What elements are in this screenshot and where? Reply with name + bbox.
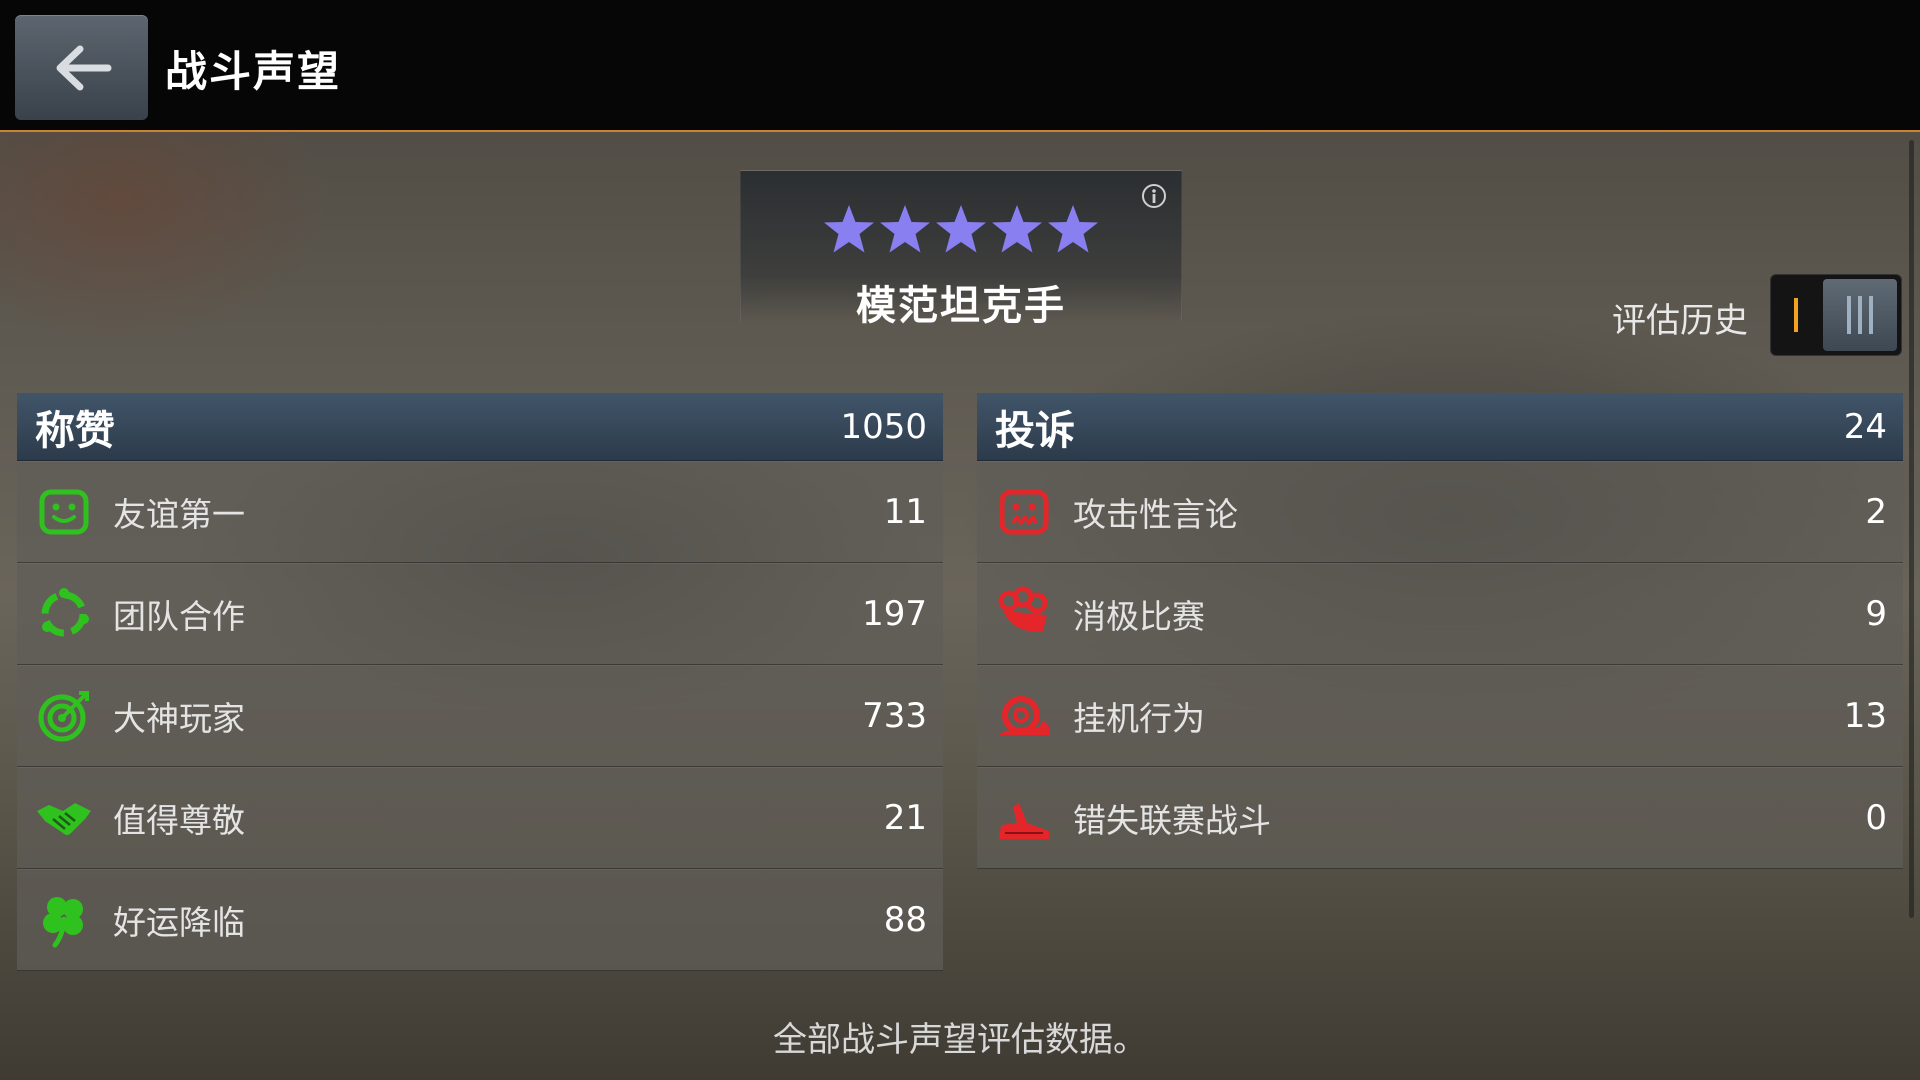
- list-item-label: 大神玩家: [113, 699, 245, 738]
- star-icon: [824, 205, 874, 253]
- triple-bar-icon: [1847, 296, 1851, 334]
- list-item-label: 消极比赛: [1073, 597, 1205, 636]
- angry-face-icon: [995, 483, 1053, 541]
- complaint-row-afk: 挂机行为 13: [977, 665, 1903, 767]
- list-item-count: 88: [883, 900, 927, 940]
- star-icon: [1048, 205, 1098, 253]
- top-bar: 战斗声望: [0, 0, 1920, 132]
- single-period-toggle[interactable]: [1771, 275, 1821, 355]
- complaint-row-offensive: 攻击性言论 2: [977, 461, 1903, 563]
- praise-row-respect: 值得尊敬 21: [17, 767, 943, 869]
- history-toggle[interactable]: [1770, 274, 1902, 356]
- complaints-title: 投诉: [995, 407, 1075, 454]
- list-item-count: 733: [862, 696, 927, 736]
- list-item-count: 21: [883, 798, 927, 838]
- praise-row-pro-player: 大神玩家 733: [17, 665, 943, 767]
- star-icon: [880, 205, 930, 253]
- list-item-count: 0: [1865, 798, 1887, 838]
- list-item-label: 值得尊敬: [113, 801, 245, 840]
- rank-title: 模范坦克手: [856, 283, 1066, 329]
- list-item-label: 团队合作: [113, 597, 245, 636]
- single-bar-icon: [1794, 298, 1798, 332]
- list-item-label: 错失联赛战斗: [1073, 801, 1271, 840]
- back-arrow-icon: [56, 45, 111, 90]
- list-item-count: 197: [862, 594, 927, 634]
- triple-bar-icon: [1869, 296, 1873, 334]
- scrollbar[interactable]: [1909, 140, 1914, 918]
- all-periods-toggle[interactable]: [1823, 279, 1897, 351]
- praise-row-good-luck: 好运降临 88: [17, 869, 943, 971]
- brass-knuckles-icon: [995, 585, 1053, 643]
- praise-row-teamwork: 团队合作 197: [17, 563, 943, 665]
- triple-bar-icon: [1858, 296, 1862, 334]
- rating-card: 模范坦克手: [740, 170, 1182, 329]
- complaints-panel: 投诉 24 攻击性言论 2 消极比赛 9 挂机行为 13 错失联赛战斗 0: [977, 393, 1903, 869]
- history-label: 评估历史: [1612, 301, 1748, 341]
- rating-stars: [741, 203, 1181, 255]
- praise-panel: 称赞 1050 友谊第一 11 团队合作 197 大神玩家 733 值得尊敬 2…: [17, 393, 943, 971]
- target-icon: [35, 687, 93, 745]
- complaints-total: 24: [1843, 406, 1887, 447]
- back-button[interactable]: [15, 15, 148, 120]
- praise-header: 称赞 1050: [17, 393, 943, 461]
- list-item-label: 攻击性言论: [1073, 495, 1238, 534]
- list-item-count: 11: [883, 492, 927, 532]
- list-item-label: 挂机行为: [1073, 699, 1205, 738]
- complaint-row-missed-battle: 错失联赛战斗 0: [977, 767, 1903, 869]
- footer-note: 全部战斗声望评估数据。: [773, 1020, 1147, 1060]
- star-icon: [936, 205, 986, 253]
- snail-icon: [995, 687, 1053, 745]
- list-item-label: 友谊第一: [113, 495, 245, 534]
- list-item-count: 13: [1843, 696, 1887, 736]
- list-item-count: 9: [1865, 594, 1887, 634]
- praise-total: 1050: [840, 406, 927, 447]
- missed-battle-icon: [995, 789, 1053, 847]
- praise-row-friendly: 友谊第一 11: [17, 461, 943, 563]
- smiley-icon: [35, 483, 93, 541]
- page-title: 战斗声望: [165, 47, 342, 96]
- star-icon: [992, 205, 1042, 253]
- complaint-row-passive-play: 消极比赛 9: [977, 563, 1903, 665]
- teamwork-ring-icon: [35, 585, 93, 643]
- list-item-label: 好运降临: [113, 903, 245, 942]
- clover-icon: [35, 891, 93, 949]
- handshake-icon: [35, 789, 93, 847]
- list-item-count: 2: [1865, 492, 1887, 532]
- complaints-header: 投诉 24: [977, 393, 1903, 461]
- praise-title: 称赞: [35, 407, 115, 454]
